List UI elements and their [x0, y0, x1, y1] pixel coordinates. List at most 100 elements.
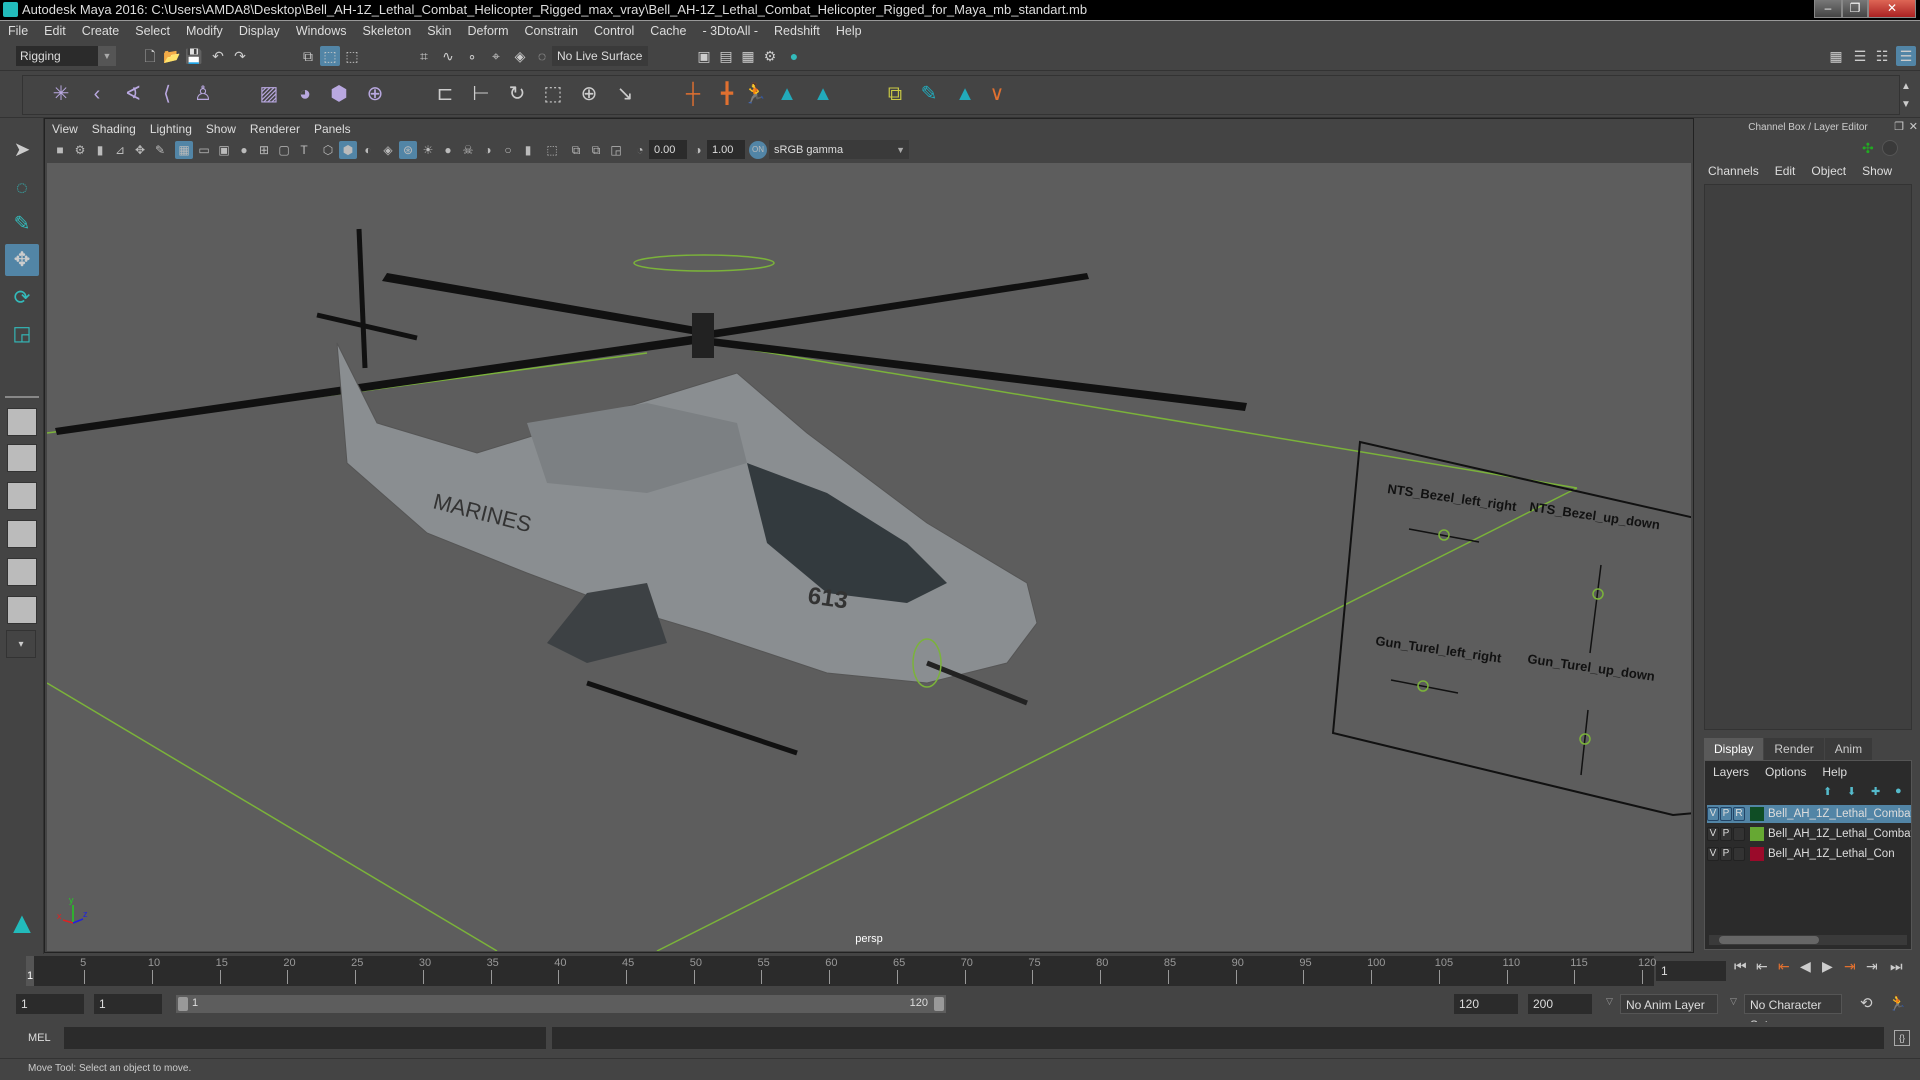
tab-render[interactable]: Render [1764, 738, 1824, 760]
wireframe-icon[interactable]: ⬡ [319, 141, 337, 159]
move-layer-up-icon[interactable]: ⬆ [1823, 785, 1832, 798]
close-panel-icon[interactable]: ✕ [1909, 120, 1918, 133]
paint-select-tool-icon[interactable]: ✎ [5, 208, 39, 240]
exposure-field[interactable]: 0.00 [649, 140, 687, 159]
layer-horizontal-scrollbar[interactable] [1709, 935, 1907, 945]
textured-icon[interactable]: ◈ [379, 141, 397, 159]
film-gate-icon[interactable]: ▭ [195, 141, 213, 159]
graph-persp-layout-icon[interactable] [7, 520, 37, 548]
play-backwards-icon[interactable]: ◀ [1800, 958, 1811, 975]
menu-create[interactable]: Create [74, 21, 128, 42]
ik-handle-icon[interactable]: ‹ [84, 81, 110, 107]
make-live-icon[interactable]: ◌ [532, 46, 552, 66]
modeling-toolkit-icon[interactable]: ▦ [1826, 46, 1846, 66]
tab-display[interactable]: Display [1704, 738, 1764, 760]
layer-row[interactable]: V P Bell_AH_1Z_Lethal_Con [1707, 845, 1911, 863]
playback-start-field[interactable]: 1 [94, 994, 162, 1014]
quick-rig-icon[interactable]: ♙ [190, 81, 216, 107]
point-constraint-icon[interactable]: ⊢ [468, 81, 494, 107]
redo-icon[interactable]: ↷ [230, 46, 250, 66]
layer-playback-toggle[interactable]: P [1720, 806, 1732, 821]
layer-display-type-toggle[interactable] [1733, 846, 1745, 861]
animation-start-field[interactable]: 1 [16, 994, 84, 1014]
render-frame-icon[interactable]: ▤ [716, 46, 736, 66]
vp-menu-shading[interactable]: Shading [85, 119, 143, 139]
exposure-icon[interactable]: ◔ [631, 141, 649, 159]
menu-help[interactable]: Help [828, 21, 870, 42]
new-layer-icon[interactable]: ✚ [1871, 785, 1880, 798]
cb-menu-edit[interactable]: Edit [1767, 164, 1804, 178]
command-input[interactable] [64, 1027, 546, 1049]
layer-playback-toggle[interactable]: P [1720, 826, 1732, 841]
shelf-scroll-down-icon[interactable]: ▼ [1896, 95, 1916, 115]
safe-title-icon[interactable]: T [295, 141, 313, 159]
playback-end-field[interactable]: 120 [1454, 994, 1518, 1014]
hypershade-icon[interactable]: ● [784, 46, 804, 66]
bind-skin-icon[interactable]: ▨ [256, 81, 282, 107]
select-object-icon[interactable]: ⬚ [320, 46, 340, 66]
tool-settings-icon[interactable]: ☷ [1872, 46, 1892, 66]
snap-curve-icon[interactable]: ∿ [438, 46, 458, 66]
current-frame-field[interactable]: 1 [1656, 961, 1726, 981]
minimize-button[interactable]: – [1814, 0, 1842, 18]
lasso-tool-icon[interactable]: ◌ [5, 172, 39, 204]
move-layer-down-icon[interactable]: ⬇ [1847, 785, 1856, 798]
vp-menu-show[interactable]: Show [199, 119, 243, 139]
scale-constraint-icon[interactable]: ⬚ [540, 81, 566, 107]
snap-view-plane-icon[interactable]: ◈ [510, 46, 530, 66]
animation-end-field[interactable]: 200 [1528, 994, 1592, 1014]
anti-aliasing-icon[interactable]: ○ [499, 141, 517, 159]
hypershade-brush-icon[interactable]: ✎ [916, 81, 942, 107]
menu-redshift[interactable]: Redshift [766, 21, 828, 42]
aim-constraint-icon[interactable]: ⊕ [576, 81, 602, 107]
menu-control[interactable]: Control [586, 21, 642, 42]
channel-sync-icon[interactable] [1882, 140, 1898, 156]
layer-display-type-toggle[interactable]: R [1733, 806, 1745, 821]
layer-row[interactable]: V P Bell_AH_1Z_Lethal_Combat_ [1707, 825, 1911, 843]
channel-box-toggle-icon[interactable]: ☰ [1896, 46, 1916, 66]
mixed-layout-icon[interactable] [7, 596, 37, 624]
float-panel-icon[interactable]: ❐ [1894, 120, 1904, 133]
menu-3dtoall[interactable]: - 3DtoAll - [694, 21, 766, 42]
anim-layer-chevron-icon[interactable]: ▽ [1606, 996, 1613, 1007]
rotor-control-ring[interactable] [633, 254, 775, 272]
select-component-icon[interactable]: ⬚ [342, 46, 362, 66]
depth-of-field-icon[interactable]: ▮ [519, 141, 537, 159]
smooth-bind-icon[interactable]: ◕ [292, 81, 318, 107]
vp-menu-lighting[interactable]: Lighting [143, 119, 199, 139]
animation-preferences-icon[interactable]: 🏃 [1888, 994, 1907, 1012]
paint-weights-icon[interactable]: ⧉ [882, 81, 908, 107]
layer-visibility-toggle[interactable]: V [1707, 846, 1719, 861]
go-to-end-icon[interactable]: ⏭ [1890, 958, 1903, 975]
layer-menu-options[interactable]: Options [1757, 765, 1814, 779]
layer-menu-layers[interactable]: Layers [1705, 765, 1757, 779]
grid-icon[interactable]: ▦ [175, 141, 193, 159]
restore-button[interactable]: ❐ [1842, 0, 1868, 18]
mash-3-icon[interactable]: ▲ [952, 81, 978, 107]
menu-windows[interactable]: Windows [288, 21, 355, 42]
screen-space-ao-icon[interactable]: ☠ [459, 141, 477, 159]
menu-edit[interactable]: Edit [36, 21, 74, 42]
layout-more-icon[interactable]: ▾ [6, 630, 36, 658]
select-tool-icon[interactable]: ➤ [5, 134, 39, 166]
snap-grid-icon[interactable]: ⌗ [414, 46, 434, 66]
menu-select[interactable]: Select [127, 21, 178, 42]
color-management-toggle[interactable]: ON [749, 141, 767, 159]
image-plane-icon[interactable]: ⊿ [111, 141, 129, 159]
menu-deform[interactable]: Deform [460, 21, 517, 42]
shadows-icon[interactable]: ☀ [419, 141, 437, 159]
xray-icon[interactable]: ⧉ [567, 141, 585, 159]
field-chart-icon[interactable]: ⊞ [255, 141, 273, 159]
outliner-persp-layout-icon[interactable] [7, 482, 37, 510]
camera-icon[interactable]: ■ [51, 141, 69, 159]
2d-pan-zoom-icon[interactable]: ✥ [131, 141, 149, 159]
cb-menu-channels[interactable]: Channels [1700, 164, 1767, 178]
shelf-scroll-up-icon[interactable]: ▲ [1896, 77, 1916, 97]
menu-cache[interactable]: Cache [642, 21, 694, 42]
grease-pencil-icon[interactable]: ✎ [151, 141, 169, 159]
menu-constrain[interactable]: Constrain [517, 21, 587, 42]
menu-modify[interactable]: Modify [178, 21, 231, 42]
render-view-icon[interactable]: ▣ [694, 46, 714, 66]
layer-color-swatch[interactable] [1750, 826, 1764, 841]
layer-visibility-toggle[interactable]: V [1707, 806, 1719, 821]
